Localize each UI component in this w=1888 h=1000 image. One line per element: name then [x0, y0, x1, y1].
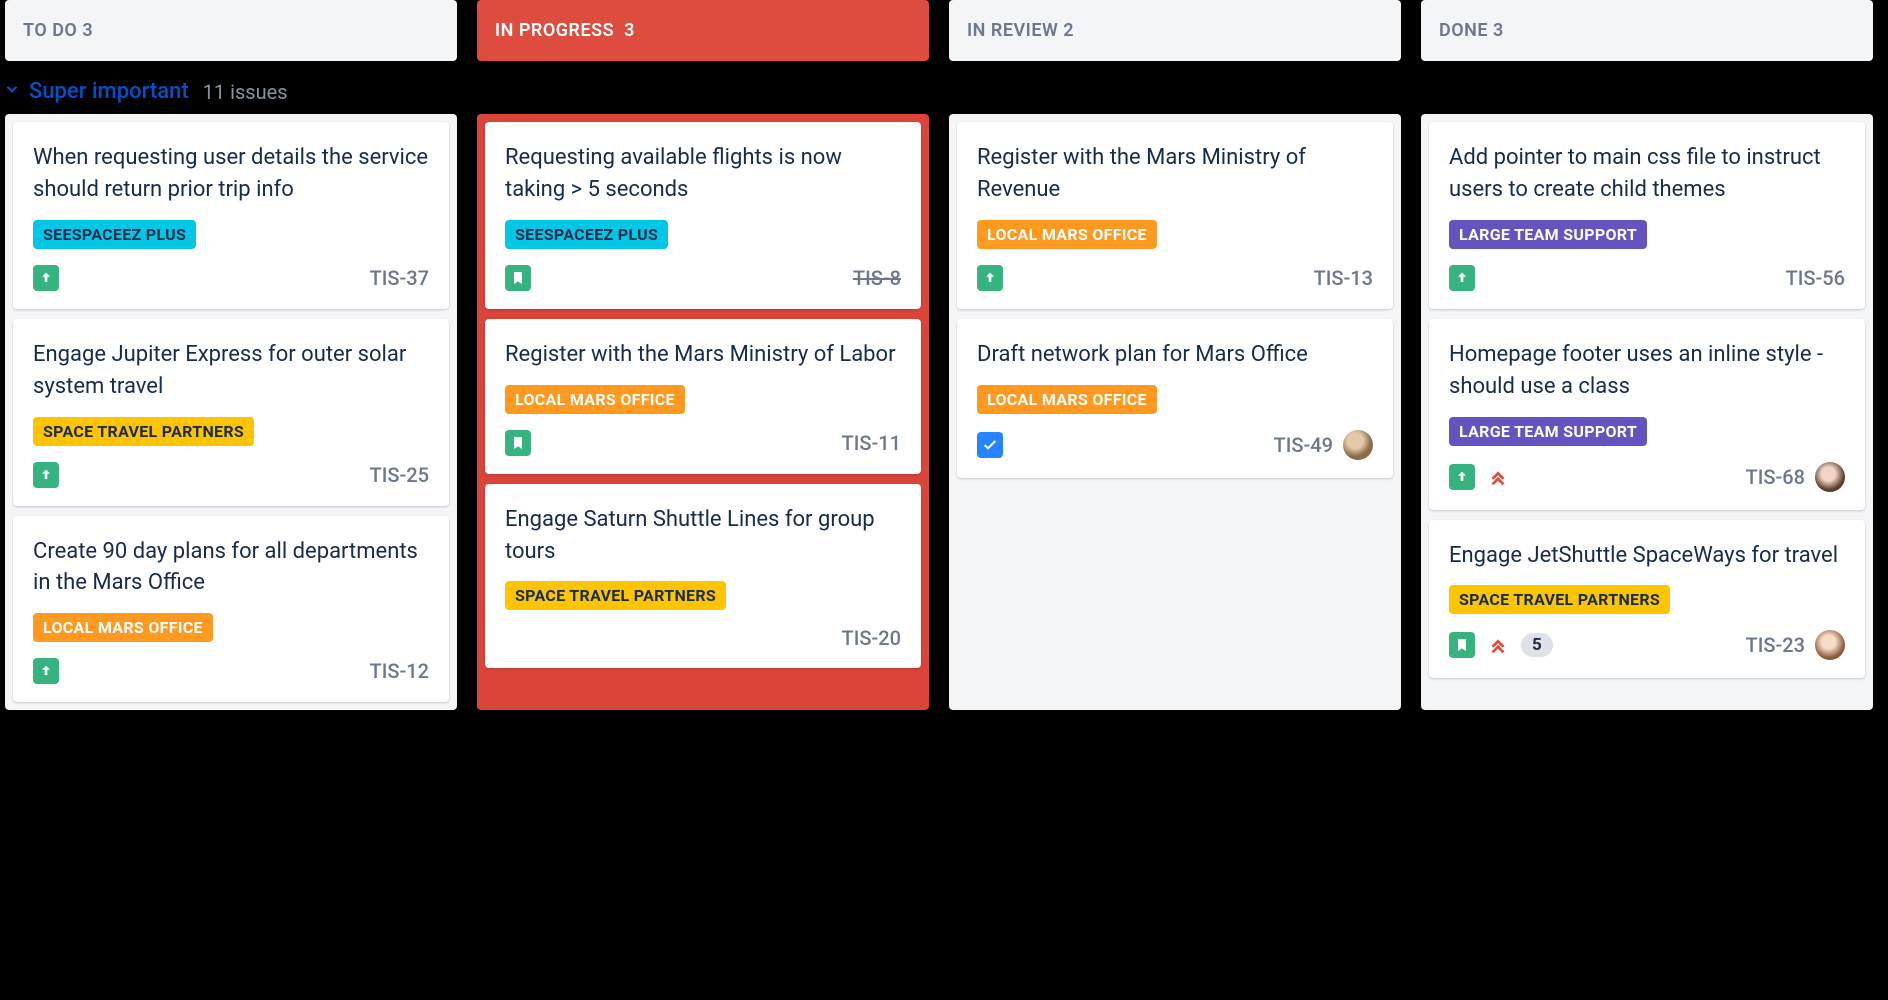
issue-key: TIS-12: [370, 659, 430, 683]
priority-highest-icon: [1485, 632, 1511, 658]
column-header-done[interactable]: DONE 3: [1421, 0, 1873, 61]
column-count: 3: [624, 20, 635, 41]
swimlane-issue-count: 11 issues: [203, 80, 288, 104]
epic-tag[interactable]: SEESPACEEZ PLUS: [505, 220, 668, 249]
column-headers-row: TO DO 3 IN PROGRESS 3 IN REVIEW 2 DONE 3: [0, 0, 1888, 61]
issue-card[interactable]: Draft network plan for Mars Office LOCAL…: [957, 319, 1393, 478]
epic-tag[interactable]: LOCAL MARS OFFICE: [977, 385, 1157, 414]
column-title: TO DO: [23, 20, 77, 41]
issue-key: TIS-20: [842, 626, 902, 650]
column-title: IN REVIEW: [967, 20, 1058, 41]
issue-card[interactable]: Engage JetShuttle SpaceWays for travel S…: [1429, 520, 1865, 679]
issue-key: TIS-13: [1314, 266, 1374, 290]
issue-card[interactable]: Add pointer to main css file to instruct…: [1429, 122, 1865, 309]
issue-card[interactable]: Engage Jupiter Express for outer solar s…: [13, 319, 449, 506]
epic-tag[interactable]: SPACE TRAVEL PARTNERS: [505, 581, 726, 610]
epic-tag[interactable]: LARGE TEAM SUPPORT: [1449, 417, 1647, 446]
story-icon: [505, 265, 531, 291]
column-count: 2: [1063, 20, 1074, 41]
column-header-inreview[interactable]: IN REVIEW 2: [949, 0, 1401, 61]
column-body-todo[interactable]: When requesting user details the service…: [5, 114, 457, 710]
epic-tag[interactable]: LOCAL MARS OFFICE: [33, 613, 213, 642]
issue-card[interactable]: When requesting user details the service…: [13, 122, 449, 309]
column-body-done[interactable]: Add pointer to main css file to instruct…: [1421, 114, 1873, 710]
swimlane-title: Super important: [29, 79, 189, 104]
card-title: Add pointer to main css file to instruct…: [1449, 142, 1845, 206]
story-icon: [1449, 632, 1475, 658]
assignee-avatar[interactable]: [1815, 462, 1845, 492]
issue-key: TIS-68: [1746, 465, 1806, 489]
swimlane-header[interactable]: Super important 11 issues: [0, 61, 1888, 114]
story-icon: [505, 430, 531, 456]
issue-key: TIS-8: [853, 266, 901, 290]
issue-key: TIS-49: [1274, 433, 1334, 457]
issue-card[interactable]: Engage Saturn Shuttle Lines for group to…: [485, 484, 921, 669]
story-points-badge: 5: [1521, 633, 1553, 657]
task-icon: [977, 432, 1003, 458]
issue-card[interactable]: Requesting available flights is now taki…: [485, 122, 921, 309]
priority-highest-icon: [1485, 464, 1511, 490]
issue-key: TIS-56: [1786, 266, 1846, 290]
assignee-avatar[interactable]: [1343, 430, 1373, 460]
column-title: IN PROGRESS: [495, 20, 614, 41]
story-up-icon: [1449, 464, 1475, 490]
issue-key: TIS-37: [370, 266, 430, 290]
issue-card[interactable]: Register with the Mars Ministry of Reven…: [957, 122, 1393, 309]
card-title: Requesting available flights is now taki…: [505, 142, 901, 206]
card-title: Engage Jupiter Express for outer solar s…: [33, 339, 429, 403]
story-up-icon: [977, 265, 1003, 291]
story-up-icon: [1449, 265, 1475, 291]
chevron-down-icon: [3, 80, 21, 103]
issue-card[interactable]: Create 90 day plans for all departments …: [13, 516, 449, 703]
card-title: Homepage footer uses an inline style - s…: [1449, 339, 1845, 403]
card-title: Engage Saturn Shuttle Lines for group to…: [505, 504, 901, 568]
epic-tag[interactable]: SPACE TRAVEL PARTNERS: [33, 417, 254, 446]
column-header-todo[interactable]: TO DO 3: [5, 0, 457, 61]
epic-tag[interactable]: LOCAL MARS OFFICE: [505, 385, 685, 414]
issue-key: TIS-11: [842, 431, 902, 455]
epic-tag[interactable]: LOCAL MARS OFFICE: [977, 220, 1157, 249]
card-title: Draft network plan for Mars Office: [977, 339, 1373, 371]
column-body-inreview[interactable]: Register with the Mars Ministry of Reven…: [949, 114, 1401, 710]
column-body-inprogress[interactable]: Requesting available flights is now taki…: [477, 114, 929, 710]
card-title: Engage JetShuttle SpaceWays for travel: [1449, 540, 1845, 572]
story-up-icon: [33, 658, 59, 684]
column-title: DONE: [1439, 20, 1488, 41]
card-title: Create 90 day plans for all departments …: [33, 536, 429, 600]
issue-key: TIS-25: [370, 463, 430, 487]
epic-tag[interactable]: LARGE TEAM SUPPORT: [1449, 220, 1647, 249]
issue-card[interactable]: Register with the Mars Ministry of Labor…: [485, 319, 921, 474]
epic-tag[interactable]: SEESPACEEZ PLUS: [33, 220, 196, 249]
issue-key: TIS-23: [1746, 633, 1806, 657]
issue-card[interactable]: Homepage footer uses an inline style - s…: [1429, 319, 1865, 510]
assignee-avatar[interactable]: [1815, 630, 1845, 660]
story-up-icon: [33, 265, 59, 291]
column-count: 3: [82, 20, 93, 41]
column-count: 3: [1493, 20, 1504, 41]
card-title: When requesting user details the service…: [33, 142, 429, 206]
story-up-icon: [33, 462, 59, 488]
column-header-inprogress[interactable]: IN PROGRESS 3: [477, 0, 929, 61]
card-title: Register with the Mars Ministry of Reven…: [977, 142, 1373, 206]
epic-tag[interactable]: SPACE TRAVEL PARTNERS: [1449, 585, 1670, 614]
board-content: When requesting user details the service…: [0, 114, 1888, 710]
card-title: Register with the Mars Ministry of Labor: [505, 339, 901, 371]
